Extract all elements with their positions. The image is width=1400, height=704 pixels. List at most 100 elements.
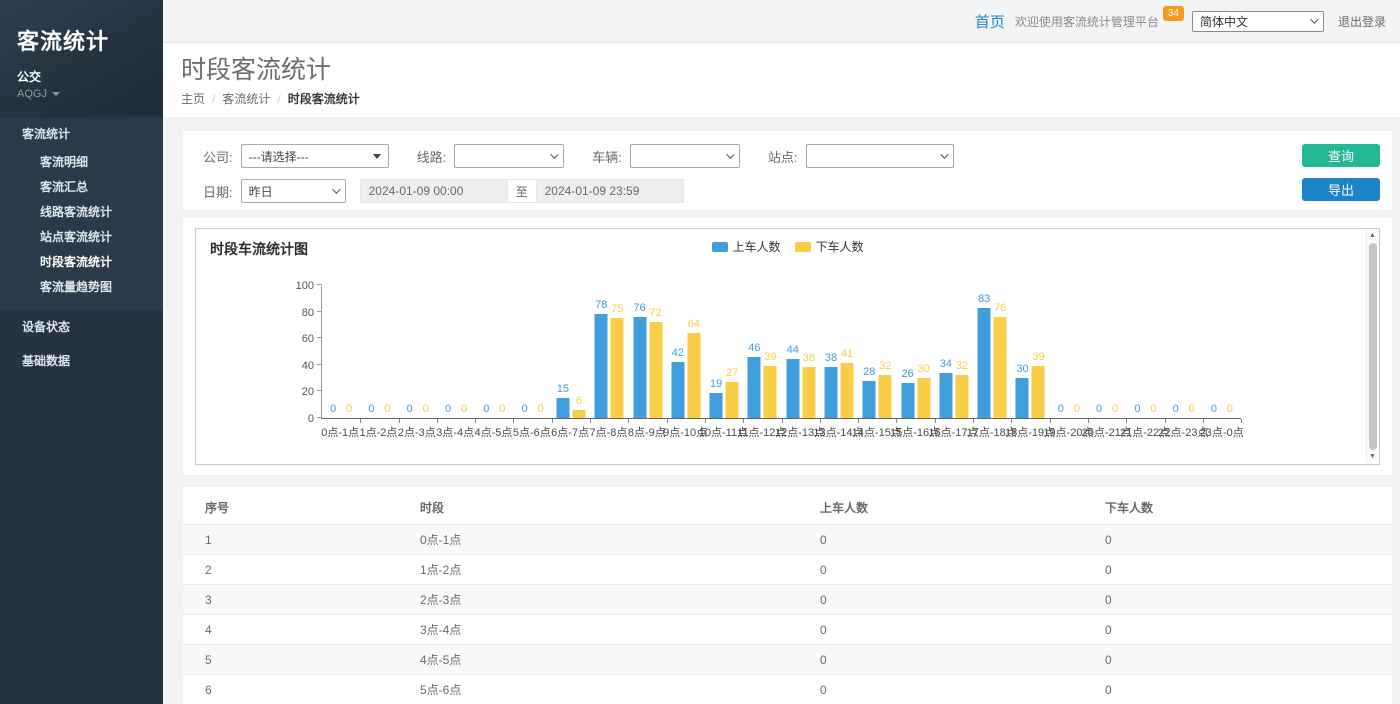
boarding-bar[interactable]	[671, 362, 684, 418]
scroll-down-icon[interactable]: ▼	[1369, 451, 1376, 463]
boarding-bar[interactable]	[595, 314, 608, 418]
alighting-bar[interactable]	[611, 318, 624, 418]
query-button[interactable]: 查询	[1302, 144, 1380, 167]
boarding-bar[interactable]	[825, 367, 838, 418]
company-select[interactable]: ---请选择---	[241, 144, 389, 168]
bar-value-label: 0	[1211, 403, 1217, 416]
welcome-text: 欢迎使用客流统计管理平台	[1015, 13, 1159, 30]
boarding-bar[interactable]	[1016, 378, 1029, 418]
chart-category-slot: 00	[399, 286, 437, 418]
page-title: 时段客流统计	[181, 56, 1400, 84]
bar-value-label: 78	[595, 299, 607, 312]
bar-value-label: 32	[879, 360, 891, 373]
legend-item[interactable]: 上车人数	[711, 238, 780, 255]
boarding-bar[interactable]	[863, 381, 876, 418]
boarding-bar[interactable]	[633, 317, 646, 418]
sidebar-item-flow-summary[interactable]: 客流汇总	[0, 175, 163, 200]
alighting-bar[interactable]	[994, 317, 1007, 418]
home-link[interactable]: 首页	[975, 11, 1005, 32]
table-cell: 4	[183, 615, 398, 645]
chevron-down-icon	[332, 185, 340, 193]
logout-link[interactable]: 退出登录	[1338, 13, 1386, 30]
sidebar-item-flow-trend-chart[interactable]: 客流量趋势图	[0, 275, 163, 300]
table-header-cell: 序号	[183, 487, 398, 525]
x-axis-label: 0点-1点	[321, 424, 359, 438]
x-axis-label: 1点-2点	[359, 424, 397, 438]
alighting-bar[interactable]	[572, 410, 585, 418]
alighting-bar[interactable]	[649, 322, 662, 418]
bar-value-label: 30	[1016, 363, 1028, 376]
sidebar-item-base-data[interactable]: 基础数据	[0, 344, 163, 378]
boarding-bar[interactable]	[748, 357, 761, 418]
boarding-bar[interactable]	[901, 383, 914, 418]
bar-value-label: 0	[368, 403, 374, 416]
notification-badge[interactable]: 34	[1163, 6, 1184, 21]
table-cell: 1	[183, 525, 398, 555]
date-preset-select[interactable]: 昨日	[241, 179, 346, 203]
x-axis-label: 4点-5点	[474, 424, 512, 438]
vehicle-filter: 车辆:	[592, 144, 740, 168]
legend-label: 上车人数	[732, 238, 780, 255]
boarding-bar[interactable]	[786, 359, 799, 418]
table-row[interactable]: 10点-1点00	[183, 525, 1392, 555]
alighting-bar[interactable]	[955, 375, 968, 418]
sidebar-item-device-status[interactable]: 设备状态	[0, 310, 163, 344]
sidebar-item-period-flow-stats[interactable]: 时段客流统计	[0, 250, 163, 275]
alighting-bar[interactable]	[1032, 366, 1045, 418]
table-row[interactable]: 65点-6点00	[183, 675, 1392, 704]
export-button[interactable]: 导出	[1302, 178, 1380, 201]
alighting-bar[interactable]	[879, 375, 892, 418]
sidebar: 客流统计 公交 AQGJ 客流统计客流明细客流汇总线路客流统计站点客流统计时段客…	[0, 0, 163, 704]
route-select[interactable]	[454, 144, 564, 168]
table-cell: 0	[1083, 585, 1392, 615]
table-row[interactable]: 32点-3点00	[183, 585, 1392, 615]
vehicle-select[interactable]	[630, 144, 740, 168]
language-select[interactable]: 简体中文	[1192, 11, 1324, 32]
org-code-label: AQGJ	[17, 88, 47, 100]
table-header-row: 序号时段上车人数下车人数	[183, 487, 1392, 525]
table-row[interactable]: 43点-4点00	[183, 615, 1392, 645]
sidebar-item-route-flow-stats[interactable]: 线路客流统计	[0, 200, 163, 225]
alighting-bar[interactable]	[802, 367, 815, 418]
chevron-down-icon	[726, 150, 734, 158]
scrollbar-thumb[interactable]	[1369, 243, 1377, 450]
sidebar-item-station-flow-stats[interactable]: 站点客流统计	[0, 225, 163, 250]
end-datetime-input[interactable]	[536, 179, 684, 203]
alighting-bar[interactable]	[726, 382, 739, 418]
sidebar-item-flow-detail[interactable]: 客流明细	[0, 150, 163, 175]
legend-item[interactable]: 下车人数	[795, 238, 864, 255]
sidebar-item-passenger-flow-stats[interactable]: 客流统计	[0, 118, 163, 150]
start-datetime-input[interactable]	[360, 179, 508, 203]
boarding-bar[interactable]	[978, 308, 991, 418]
bar-value-label: 38	[803, 352, 815, 365]
bar-value-label: 27	[726, 367, 738, 380]
table-cell: 0	[798, 615, 1083, 645]
table-header-cell: 上车人数	[798, 487, 1083, 525]
table-cell: 3点-4点	[398, 615, 798, 645]
bar-value-label: 76	[633, 302, 645, 315]
boarding-bar[interactable]	[710, 393, 723, 418]
route-label: 线路:	[417, 147, 447, 166]
chart-category-slot: 7672	[628, 286, 666, 418]
table-cell: 0	[1083, 675, 1392, 704]
boarding-bar[interactable]	[556, 398, 569, 418]
org-code-dropdown[interactable]: AQGJ	[17, 88, 163, 100]
boarding-bar[interactable]	[939, 373, 952, 418]
chart-category-slot: 2832	[858, 286, 896, 418]
breadcrumb-item[interactable]: 客流统计	[222, 92, 270, 106]
chart-scrollbar[interactable]: ▲ ▼	[1366, 230, 1378, 463]
table-row[interactable]: 21点-2点00	[183, 555, 1392, 585]
org-name: 公交	[17, 68, 163, 85]
alighting-bar[interactable]	[764, 366, 777, 418]
scroll-up-icon[interactable]: ▲	[1369, 230, 1376, 242]
alighting-bar[interactable]	[687, 333, 700, 418]
station-select[interactable]	[806, 144, 954, 168]
company-label: 公司:	[203, 147, 233, 166]
x-axis-label: 23点-0点	[1203, 424, 1241, 438]
breadcrumb-item[interactable]: 主页	[181, 92, 205, 106]
alighting-bar[interactable]	[917, 378, 930, 418]
table-row[interactable]: 54点-5点00	[183, 645, 1392, 675]
alighting-bar[interactable]	[841, 363, 854, 418]
company-filter: 公司: ---请选择---	[203, 144, 389, 168]
period-stats-table: 序号时段上车人数下车人数 10点-1点0021点-2点0032点-3点0043点…	[183, 487, 1392, 704]
